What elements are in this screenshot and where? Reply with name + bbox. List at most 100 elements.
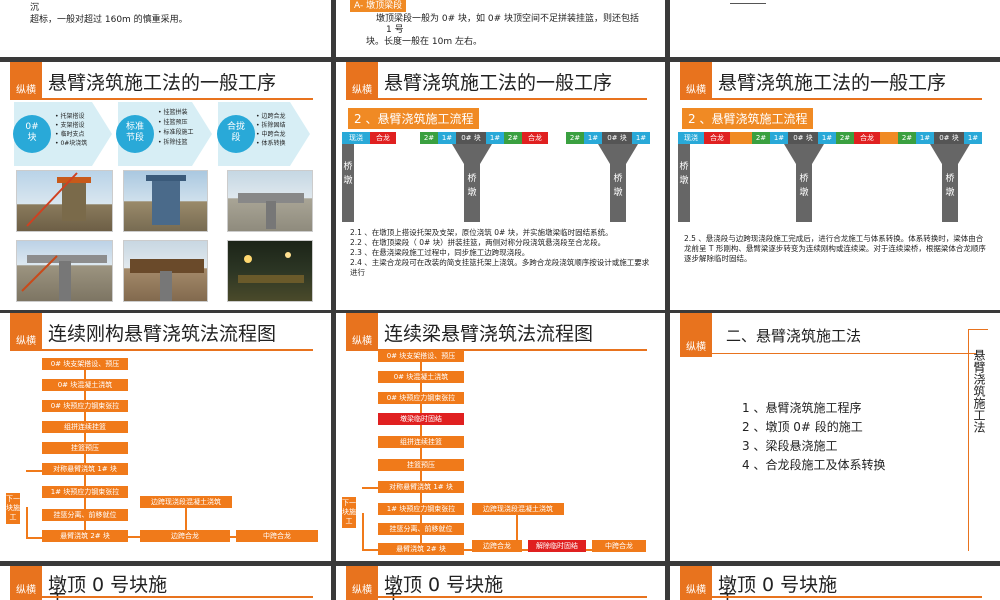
title-underline: [346, 596, 647, 598]
section-subtitle: 2 、悬臂浇筑施工流程: [682, 108, 814, 129]
beam-segment: 现浇: [342, 132, 370, 144]
construction-photo: [16, 170, 113, 232]
pier-label: 桥墩: [945, 174, 955, 198]
slide1-line2: 超标，一般对超过 160m 的慎重采用。: [30, 15, 188, 25]
slide-5[interactable]: 纵横 悬臂浇筑施工法的一般工序 2 、悬臂浇筑施工流程 现浇 合龙 2# 1# …: [336, 62, 665, 310]
beam-segment: 合龙: [522, 132, 548, 144]
slide3-fragment: [730, 0, 766, 4]
beam-segment: 1#: [818, 132, 836, 144]
beam-segment: 2#: [566, 132, 584, 144]
flow-box: 中跨合龙: [592, 540, 646, 552]
slide-title: 二、悬臂浇筑施工法: [726, 327, 862, 345]
loop-label: 下一块施工: [342, 497, 356, 528]
beam-segment: 2#: [836, 132, 854, 144]
slide-3[interactable]: [670, 0, 1000, 57]
beam-segment: 2#: [504, 132, 522, 144]
flow-box: 对称悬臂浇筑 1# 块: [378, 481, 464, 493]
step-1-name: 标准 节段: [125, 122, 144, 143]
slide-10[interactable]: 纵横 墩顶 0 号块施 工: [0, 566, 331, 600]
flow-box: 边跨合龙: [140, 530, 230, 542]
loop-label: 下一块施工: [6, 493, 20, 524]
slide1-line1: 沉: [30, 3, 40, 13]
slide-9[interactable]: 纵横 二、悬臂浇筑施工法 悬臂浇筑施工法 1 、悬臂浇筑施工程序 2 、墩顶 0…: [670, 313, 1000, 561]
slide-4[interactable]: 纵横 悬臂浇筑施工法的一般工序 0# 块 标准 节段 合拢 段 • 托架搭设 •…: [0, 62, 331, 310]
flow-box: 0# 块支架搭设、预压: [42, 358, 128, 370]
slide-title: 连续梁悬臂浇筑法流程图: [384, 323, 594, 345]
step-item: • 边跨合龙: [256, 113, 286, 120]
flow-box: 解除临时固结: [528, 540, 586, 552]
slide-2[interactable]: A- 墩顶梁段 墩顶梁段一般为 0# 块，如 0# 块顶空间不足拼装挂篮，则还包…: [336, 0, 665, 57]
flow-connector: [26, 507, 28, 537]
title-underline: [680, 98, 982, 100]
title-underline: [10, 596, 313, 598]
title-underline: [10, 98, 313, 100]
slide-tab: 纵横: [10, 566, 42, 600]
flow-connector: [362, 487, 380, 489]
beam-spacer: [730, 132, 752, 144]
flow-connector: [516, 515, 518, 543]
flow-box: 0# 块混凝土浇筑: [42, 379, 128, 391]
beam-segment: 0# 块: [602, 132, 632, 144]
process-paragraph: 2.2 、在墩顶梁段（ 0# 块）拼装挂篮，两侧对称分段浇筑悬浇段至合龙段。: [350, 238, 606, 247]
slide-title: 连续刚构悬臂浇筑法流程图: [48, 323, 277, 345]
slide-12[interactable]: 纵横 墩顶 0 号块施 工: [670, 566, 1000, 600]
outline-item[interactable]: 1 、悬臂浇筑施工程序: [742, 399, 885, 418]
beam-segment: 现浇: [678, 132, 704, 144]
slide-title: 悬臂浇筑施工法的一般工序: [48, 72, 277, 94]
step-item: • 标准段施工: [158, 129, 194, 136]
slide-tab: 纵横: [346, 566, 378, 600]
pier-label: 桥墩: [467, 174, 477, 198]
beam-segment: 合龙: [370, 132, 396, 144]
process-paragraph: 2.1 、在墩顶上搭设托架及支架，原位浇筑 0# 块，并实施墩梁临时固结系统。: [350, 228, 613, 237]
title-underline: [10, 349, 313, 351]
step-0-name: 0# 块: [25, 122, 39, 143]
beam-spacer: [548, 132, 566, 144]
beam-segment: 0# 块: [456, 132, 486, 144]
beam-segment: 1#: [632, 132, 650, 144]
slide-6[interactable]: 纵横 悬臂浇筑施工法的一般工序 2 、悬臂浇筑施工流程 现浇 合龙 2# 1# …: [670, 62, 1000, 310]
flow-box: 1# 块预应力钢束张拉: [42, 486, 128, 498]
beam-segment: 1#: [916, 132, 934, 144]
construction-photo: [16, 240, 113, 302]
beam-segment: 合龙: [854, 132, 880, 144]
outline-item[interactable]: 4 、合龙段施工及体系转换: [742, 456, 885, 475]
step-item: • 拆除固结: [256, 122, 286, 129]
step-0-items: • 托架搭设 • 支架搭设 • 临时支点 • 0#块浇筑: [55, 112, 87, 148]
flow-connector: [362, 549, 380, 551]
beam-segment: 2#: [898, 132, 916, 144]
slide-11[interactable]: 纵横 墩顶 0 号块施 工: [336, 566, 665, 600]
flow-box: 0# 块混凝土浇筑: [378, 371, 464, 383]
flow-connector: [185, 508, 187, 530]
slide-tab: 纵横: [680, 62, 712, 100]
outline-item[interactable]: 2 、墩顶 0# 段的施工: [742, 418, 885, 437]
step-item: • 挂篮拼装: [158, 109, 188, 116]
flow-connector: [420, 357, 422, 547]
beam-segment: 合龙: [704, 132, 730, 144]
slide-tab: 纵横: [10, 313, 42, 351]
flow-box: 中跨合龙: [236, 530, 318, 542]
step-2-name: 合拢 段: [226, 122, 245, 143]
beam-segment: 2#: [420, 132, 438, 144]
step-item: • 支架搭设: [55, 122, 85, 129]
slide-7[interactable]: 纵横 连续刚构悬臂浇筑法流程图 0# 块支架搭设、预压 0# 块混凝土浇筑 0#…: [0, 313, 331, 561]
process-paragraph: 2.3 、在悬浇梁段施工过程中，同步施工边跨现浇段。: [350, 248, 530, 257]
slide2-label: A- 墩顶梁段: [350, 0, 407, 12]
construction-photo: [227, 240, 313, 302]
pier-label: 桥墩: [679, 162, 689, 186]
flow-connector: [26, 537, 44, 539]
beam-spacer: [396, 132, 420, 144]
flow-box: 边跨现浇段混凝土浇筑: [140, 496, 232, 508]
bridge-diagram: 现浇 合龙 2# 1# 0# 块 1# 2# 合龙 2# 1# 0# 块 1# …: [678, 132, 996, 222]
beam-segment: 2#: [752, 132, 770, 144]
flow-box: 0# 块预应力钢束张拉: [42, 400, 128, 412]
slide-1[interactable]: 沉 超标，一般对超过 160m 的慎重采用。: [0, 0, 331, 57]
flow-box: 悬臂浇筑 2# 块: [378, 543, 464, 555]
slide-tab: 纵横: [680, 313, 712, 357]
step-2-items: • 边跨合龙 • 拆除固结 • 中跨合龙 • 体系转换: [256, 112, 285, 148]
step-item: • 挂篮预压: [158, 119, 188, 126]
pier-label: 桥墩: [343, 162, 353, 186]
step-item: • 0#块浇筑: [55, 140, 88, 147]
outline-item[interactable]: 3 、梁段悬浇施工: [742, 437, 885, 456]
slide-8[interactable]: 纵横 连续梁悬臂浇筑法流程图 0# 块支架搭设、预压 0# 块混凝土浇筑 0# …: [336, 313, 665, 561]
vertical-title: 悬臂浇筑施工法: [972, 349, 986, 433]
